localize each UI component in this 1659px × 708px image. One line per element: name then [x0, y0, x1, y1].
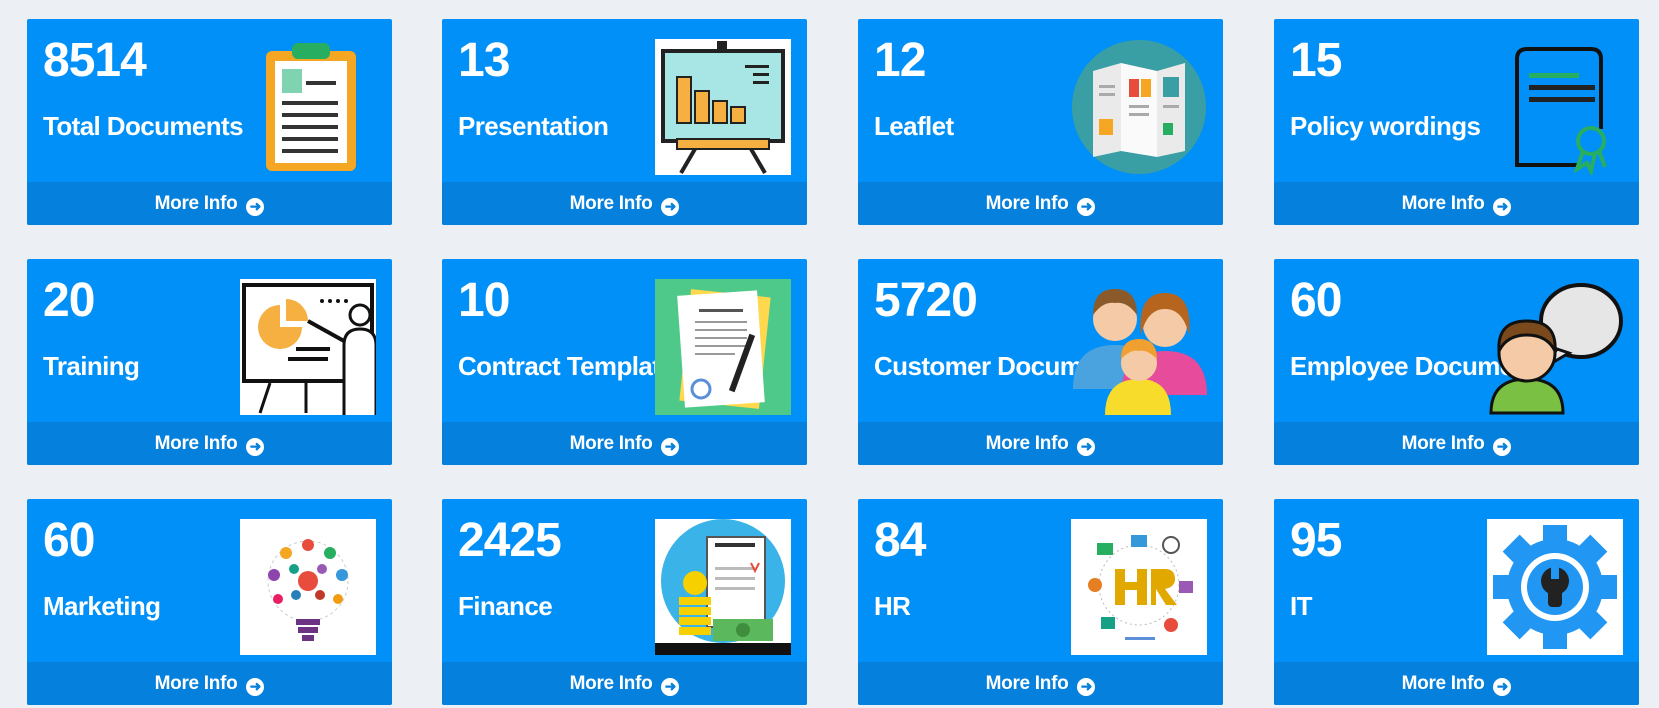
customers-icon: [1071, 279, 1207, 415]
arrow-circle-right-icon: ➜: [661, 438, 680, 456]
tile-presentation: 13 Presentation More Info ➜: [442, 19, 807, 225]
tile-training: 20 Training More Info ➜: [27, 259, 392, 465]
employee-chat-icon: [1487, 279, 1623, 415]
tile-count: 12: [874, 34, 926, 87]
more-info-link[interactable]: More Info ➜: [858, 182, 1223, 225]
tile-count: 8514: [43, 34, 147, 87]
arrow-circle-right-icon: ➜: [246, 438, 265, 456]
more-info-link[interactable]: More Info ➜: [442, 422, 807, 465]
presentation-board-icon: [655, 39, 791, 175]
more-info-link[interactable]: More Info ➜: [1274, 422, 1639, 465]
tile-label: Employee Docume: [1290, 351, 1514, 381]
arrow-circle-right-icon: ➜: [246, 678, 265, 696]
tile-label: Total Documents: [43, 111, 244, 141]
arrow-circle-right-icon: ➜: [246, 198, 265, 216]
contract-icon: [655, 279, 791, 415]
tile-employee-documents: 60 Employee Docume More Info ➜: [1274, 259, 1639, 465]
more-info-link[interactable]: More Info ➜: [27, 662, 392, 705]
gear-wrench-icon: [1487, 519, 1623, 655]
tile-label: Leaflet: [874, 111, 954, 141]
tile-label: Presentation: [458, 111, 609, 141]
arrow-circle-right-icon: ➜: [1077, 678, 1096, 696]
tile-label: Contract Templat: [458, 351, 661, 381]
training-icon: [240, 279, 376, 415]
tile-count: 2425: [458, 514, 562, 567]
tile-policy-wordings: 15 Policy wordings More Info ➜: [1274, 19, 1639, 225]
tile-count: 95: [1290, 514, 1342, 567]
clipboard-icon: [240, 39, 376, 175]
tile-label: Marketing: [43, 591, 161, 621]
tile-count: 60: [1290, 274, 1342, 327]
tile-count: 10: [458, 274, 510, 327]
tile-count: 13: [458, 34, 510, 87]
more-info-link[interactable]: More Info ➜: [442, 662, 807, 705]
leaflet-icon: [1071, 39, 1207, 175]
tile-customer-documents: 5720 Customer Docum More Info ➜: [858, 259, 1223, 465]
more-info-link[interactable]: More Info ➜: [27, 422, 392, 465]
finance-plan-icon: [655, 519, 791, 655]
arrow-circle-right-icon: ➜: [1077, 198, 1096, 216]
tile-label: HR: [874, 591, 911, 621]
dashboard-grid: 8514 Total Documents More Info ➜ 13 Pres…: [0, 0, 1659, 708]
arrow-circle-right-icon: ➜: [1493, 438, 1512, 456]
more-info-link[interactable]: More Info ➜: [27, 182, 392, 225]
more-info-link[interactable]: More Info ➜: [858, 662, 1223, 705]
tile-count: 5720: [874, 274, 978, 327]
tile-label: Customer Docum: [874, 351, 1083, 381]
arrow-circle-right-icon: ➜: [1493, 678, 1512, 696]
tile-label: Policy wordings: [1290, 111, 1481, 141]
more-info-link[interactable]: More Info ➜: [1274, 662, 1639, 705]
tile-count: 60: [43, 514, 95, 567]
tile-contract-templates: 10 Contract Templat More Info ➜: [442, 259, 807, 465]
more-info-link[interactable]: More Info ➜: [442, 182, 807, 225]
tile-count: 15: [1290, 34, 1342, 87]
tile-count: 20: [43, 274, 95, 327]
certificate-icon: [1487, 39, 1623, 175]
arrow-circle-right-icon: ➜: [661, 678, 680, 696]
tile-it: 95 IT More Info ➜: [1274, 499, 1639, 705]
tile-finance: 2425 Finance More Info ➜: [442, 499, 807, 705]
tile-hr: 84 HR More Info ➜: [858, 499, 1223, 705]
tile-label: IT: [1290, 591, 1313, 621]
arrow-circle-right-icon: ➜: [1493, 198, 1512, 216]
tile-marketing: 60 Marketing More Info ➜: [27, 499, 392, 705]
tile-total-documents: 8514 Total Documents More Info ➜: [27, 19, 392, 225]
tile-count: 84: [874, 514, 926, 567]
tile-label: Finance: [458, 591, 553, 621]
more-info-link[interactable]: More Info ➜: [1274, 182, 1639, 225]
tile-label: Training: [43, 351, 140, 381]
tile-leaflet: 12 Leaflet More Info ➜: [858, 19, 1223, 225]
lightbulb-icon: [240, 519, 376, 655]
more-info-link[interactable]: More Info ➜: [858, 422, 1223, 465]
hr-icon: [1071, 519, 1207, 655]
arrow-circle-right-icon: ➜: [1077, 438, 1096, 456]
arrow-circle-right-icon: ➜: [661, 198, 680, 216]
